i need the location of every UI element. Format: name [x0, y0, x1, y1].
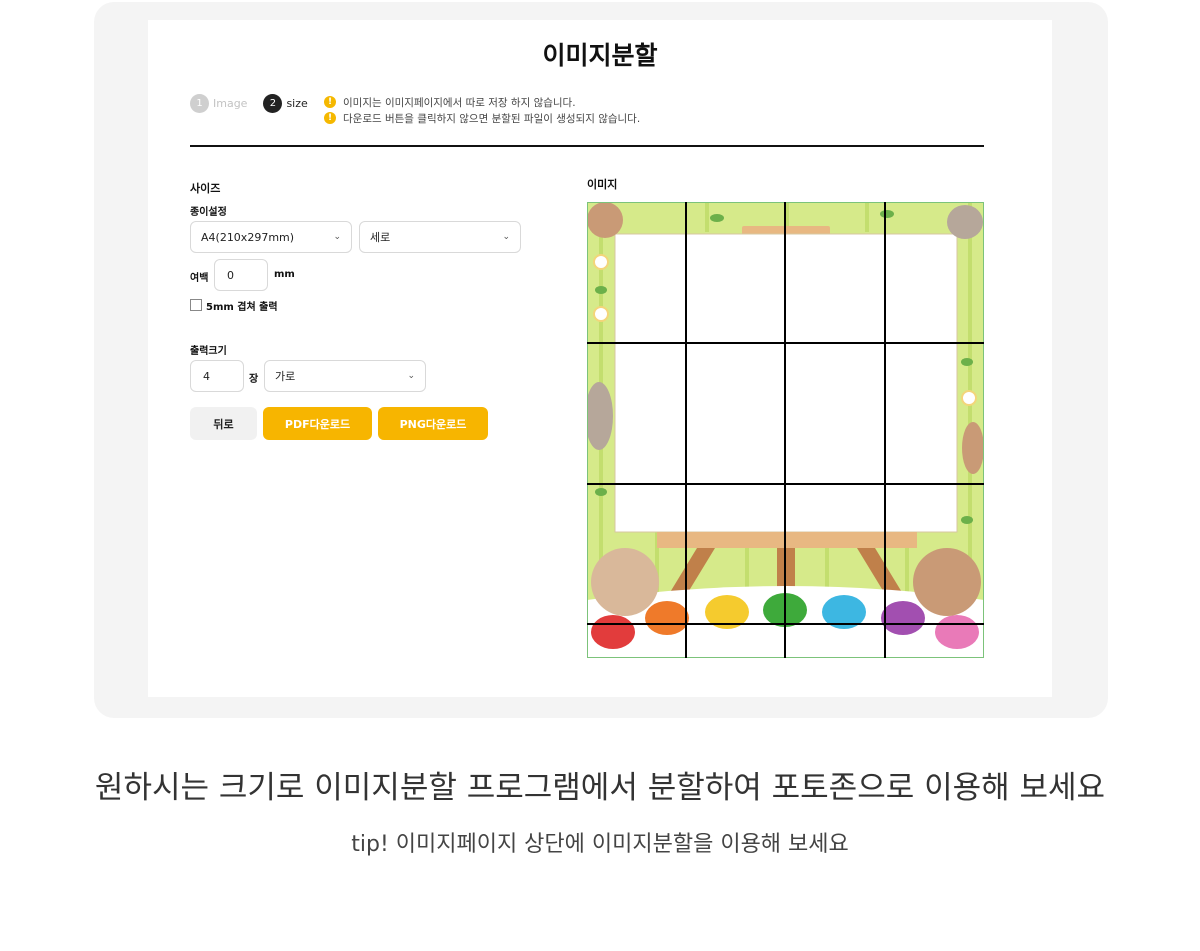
- preview-illustration: [585, 202, 984, 658]
- margin-label: 여백: [190, 273, 209, 284]
- back-button[interactable]: 뒤로: [190, 407, 257, 440]
- notice-text: 이미지는 이미지페이지에서 따로 저장 하지 않습니다.: [343, 96, 576, 109]
- pdf-download-button[interactable]: PDF다운로드: [263, 407, 372, 440]
- size-section-title: 사이즈: [190, 182, 221, 195]
- split-direction-select[interactable]: 가로 ⌄: [264, 360, 426, 392]
- footer-tip: tip! 이미지페이지 상단에 이미지분할을 이용해 보세요: [351, 832, 849, 857]
- preview-label: 이미지: [587, 178, 618, 191]
- notice-list: ! 이미지는 이미지페이지에서 따로 저장 하지 않습니다. ! 다운로드 버튼…: [324, 94, 640, 126]
- overlap-label: 5mm 겹쳐 출력: [206, 302, 278, 313]
- overlap-checkbox[interactable]: [190, 299, 202, 311]
- image-preview: [585, 202, 984, 658]
- output-size-title: 출력크기: [190, 346, 227, 357]
- footer-headline: 원하시는 크기로 이미지분할 프로그램에서 분할하여 포토존으로 이용해 보세요: [94, 770, 1106, 806]
- exclamation-icon: !: [324, 112, 336, 124]
- step-indicator: 1 Image 2 size: [190, 94, 324, 113]
- chevron-down-icon: ⌄: [333, 232, 341, 242]
- step-number: 2: [263, 94, 283, 113]
- margin-unit: mm: [274, 269, 295, 280]
- step-size[interactable]: 2 size: [263, 94, 308, 113]
- step-number: 1: [190, 94, 209, 113]
- paper-size-select[interactable]: A4(210x297mm) ⌄: [190, 221, 352, 253]
- margin-input[interactable]: 0: [214, 259, 268, 291]
- orientation-value: 세로: [370, 231, 391, 244]
- notice-item: ! 이미지는 이미지페이지에서 따로 저장 하지 않습니다.: [324, 94, 640, 110]
- notice-item: ! 다운로드 버튼을 클릭하지 않으면 분할된 파일이 생성되지 않습니다.: [324, 110, 640, 126]
- page-count-input[interactable]: 4: [190, 360, 244, 392]
- step-label: size: [286, 97, 308, 110]
- chevron-down-icon: ⌄: [502, 232, 510, 242]
- step-image[interactable]: 1 Image: [190, 94, 247, 113]
- exclamation-icon: !: [324, 96, 336, 108]
- page-count-unit: 장: [249, 374, 259, 385]
- step-label: Image: [213, 97, 248, 110]
- splitter-panel: 이미지분할 1 Image 2 size ! 이미지는 이미지페이지에서 따로 …: [148, 20, 1052, 697]
- png-download-button[interactable]: PNG다운로드: [378, 407, 488, 440]
- paper-setting-label: 종이설정: [190, 207, 227, 218]
- notice-text: 다운로드 버튼을 클릭하지 않으면 분할된 파일이 생성되지 않습니다.: [343, 112, 641, 125]
- chevron-down-icon: ⌄: [407, 371, 415, 381]
- divider: [190, 145, 984, 147]
- split-direction-value: 가로: [275, 370, 296, 383]
- page-title: 이미지분할: [542, 41, 658, 70]
- paper-size-value: A4(210x297mm): [201, 230, 295, 244]
- orientation-select[interactable]: 세로 ⌄: [359, 221, 521, 253]
